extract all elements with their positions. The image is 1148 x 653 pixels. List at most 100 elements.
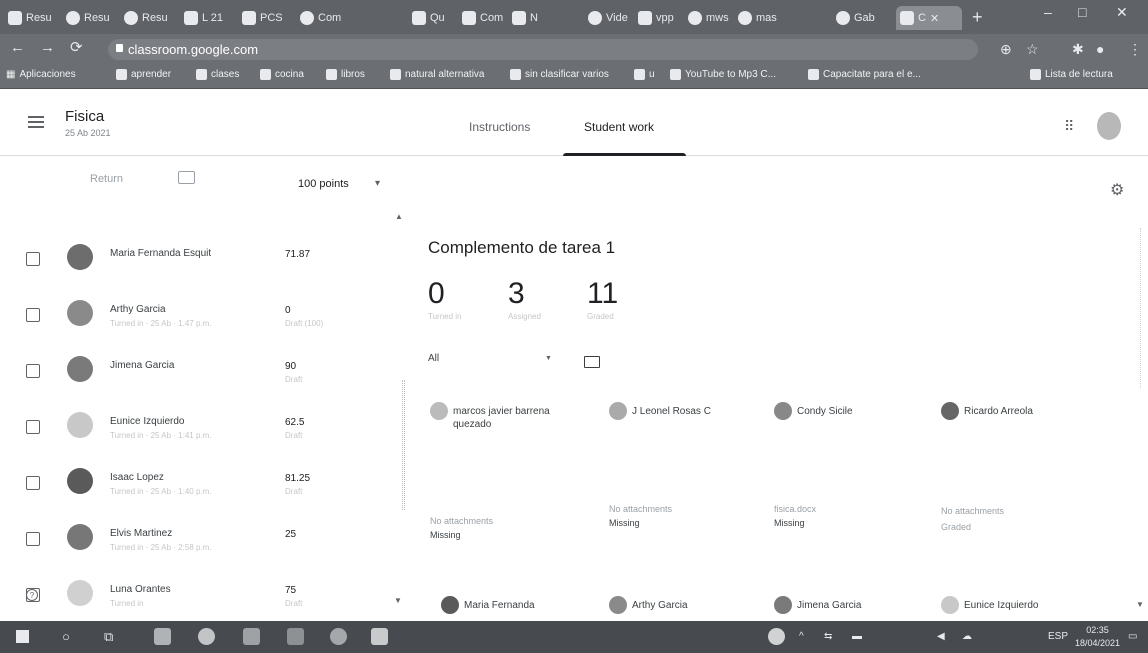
student-checkbox[interactable]	[26, 532, 40, 546]
panel-resize-handle[interactable]	[402, 380, 405, 510]
student-grade[interactable]: 25	[285, 529, 296, 540]
reading-list[interactable]: Lista de lectura	[1030, 69, 1113, 80]
browser-tab[interactable]: Resu	[120, 6, 178, 30]
points-select[interactable]: 100 points	[298, 178, 349, 190]
browser-tab[interactable]: N	[508, 6, 556, 30]
volume-icon[interactable]: ◀	[937, 631, 945, 642]
submission-card[interactable]: Maria Fernanda	[441, 596, 591, 618]
bookmark-star-icon[interactable]: ☆	[1026, 41, 1039, 58]
browser-tab[interactable]: Resu	[62, 6, 118, 30]
onedrive-icon[interactable]: ☁	[962, 631, 972, 642]
student-name[interactable]: Luna Orantes	[110, 584, 171, 595]
student-row[interactable]: Isaac Lopez Turned in · 25 Ab · 1:40 p.m…	[0, 454, 400, 510]
submission-card[interactable]: Condy Sicile fisica.docx Missing	[774, 402, 924, 552]
student-grade[interactable]: 90	[285, 361, 296, 372]
hamburger-menu-icon[interactable]	[28, 116, 44, 128]
bookmark-folder[interactable]: sin clasificar varios	[510, 69, 609, 80]
google-apps-icon[interactable]: ⠿	[1064, 118, 1074, 135]
student-row[interactable]: Arthy Garcia Turned in · 25 Ab · 1.47 p.…	[0, 286, 400, 342]
app-icon[interactable]	[330, 628, 347, 645]
bookmark-folder[interactable]: clases	[196, 69, 239, 80]
help-icon[interactable]: ?	[26, 589, 38, 601]
dropdown-caret-icon[interactable]: ▼	[545, 355, 552, 362]
forward-icon[interactable]: →	[40, 40, 55, 56]
bookmark-folder[interactable]: cocina	[260, 69, 304, 80]
filter-select[interactable]: All	[428, 353, 439, 364]
student-checkbox[interactable]	[26, 420, 40, 434]
class-name[interactable]: Fisica	[65, 108, 104, 125]
bookmark-folder[interactable]: natural alternativa	[390, 69, 485, 80]
submission-card[interactable]: Jimena Garcia	[774, 596, 924, 618]
submission-card[interactable]: Eunice Izquierdo	[941, 596, 1091, 618]
minimize-icon[interactable]: –	[1044, 4, 1052, 20]
tab-student-work[interactable]: Student work	[584, 120, 654, 134]
student-grade[interactable]: 81.25	[285, 473, 310, 484]
maximize-icon[interactable]: □	[1078, 4, 1086, 20]
back-icon[interactable]: ←	[10, 40, 25, 56]
profile-icon[interactable]: ●	[1096, 41, 1104, 57]
scrollbar[interactable]	[1140, 228, 1146, 388]
student-row[interactable]: Maria Fernanda Esquit 71.87	[0, 230, 400, 286]
sort-caret-icon[interactable]: ▲	[395, 212, 403, 221]
student-grade[interactable]: 71.87	[285, 249, 310, 260]
browser-tab[interactable]: Resu	[4, 6, 60, 30]
submission-card[interactable]: Ricardo Arreola No attachments Graded	[941, 402, 1091, 552]
student-name[interactable]: Elvis Martinez	[110, 528, 172, 539]
student-row[interactable]: Elvis Martinez Turned in · 25 Ab · 2:58 …	[0, 510, 400, 566]
tab-instructions[interactable]: Instructions	[469, 120, 530, 134]
student-name[interactable]: Arthy Garcia	[110, 304, 166, 315]
extensions-icon[interactable]: ✱	[1072, 41, 1084, 58]
browser-tab[interactable]: mws	[684, 6, 732, 30]
reload-icon[interactable]: ⟳	[70, 40, 83, 56]
email-icon[interactable]	[178, 171, 195, 184]
scroll-down-icon[interactable]: ▼	[394, 596, 402, 605]
browser-tab[interactable]: Vide	[584, 6, 632, 30]
browser-menu-icon[interactable]: ⋮	[1128, 41, 1142, 58]
app-icon[interactable]	[154, 628, 171, 645]
browser-tab[interactable]: PCS	[238, 6, 294, 30]
file-explorer-icon[interactable]	[243, 628, 260, 645]
notifications-icon[interactable]: ▭	[1128, 631, 1137, 642]
submission-card[interactable]: marcos javier barrena quezado No attachm…	[430, 402, 580, 552]
browser-tab[interactable]: vpp	[634, 6, 682, 30]
language-indicator[interactable]: ESP	[1048, 631, 1068, 642]
browser-tab[interactable]: mas	[734, 6, 782, 30]
folder-icon[interactable]	[584, 356, 600, 368]
student-checkbox[interactable]	[26, 364, 40, 378]
browser-tab[interactable]: Qu	[408, 6, 456, 30]
task-view-icon[interactable]: ⧉	[104, 629, 113, 645]
browser-tab[interactable]: Gab	[832, 6, 880, 30]
close-window-icon[interactable]: ✕	[1116, 4, 1128, 21]
app-icon[interactable]	[287, 628, 304, 645]
return-button[interactable]: Return	[90, 173, 123, 185]
battery-icon[interactable]: ▬	[852, 631, 862, 642]
student-name[interactable]: Eunice Izquierdo	[110, 416, 185, 427]
student-checkbox[interactable]	[26, 252, 40, 266]
student-row[interactable]: Jimena Garcia 90 Draft	[0, 342, 400, 398]
student-grade[interactable]: 75	[285, 585, 296, 596]
student-checkbox[interactable]	[26, 476, 40, 490]
bookmark-link[interactable]: YouTube to Mp3 C...	[670, 69, 776, 80]
app-icon[interactable]	[371, 628, 388, 645]
url-text[interactable]: classroom.google.com	[128, 42, 258, 57]
zoom-icon[interactable]: ⊕	[1000, 41, 1012, 58]
browser-tab[interactable]: L 21	[180, 6, 236, 30]
student-grade[interactable]: 62.5	[285, 417, 304, 428]
bookmark-folder[interactable]: u	[634, 69, 655, 80]
browser-tab-active[interactable]: C ✕	[896, 6, 962, 30]
student-grade[interactable]: 0	[285, 305, 291, 316]
browser-tab[interactable]: Com	[296, 6, 352, 30]
bookmark-link[interactable]: Capacitate para el e...	[808, 69, 921, 80]
dropdown-caret-icon[interactable]: ▾	[375, 178, 380, 189]
tab-close-icon[interactable]: ✕	[930, 12, 939, 25]
search-icon[interactable]: ○	[62, 629, 70, 644]
show-hidden-icons[interactable]: ^	[799, 631, 804, 642]
chrome-icon[interactable]	[198, 628, 215, 645]
bookmark-apps[interactable]: ▦ Aplicaciones	[6, 69, 76, 80]
system-clock[interactable]: 02:35 18/04/2021	[1075, 624, 1120, 650]
submission-card[interactable]: Arthy Garcia	[609, 596, 759, 618]
windows-start-icon[interactable]	[16, 630, 29, 643]
user-tray-icon[interactable]	[768, 628, 785, 645]
submission-card[interactable]: J Leonel Rosas C No attachments Missing	[609, 402, 759, 552]
bookmark-folder[interactable]: aprender	[116, 69, 171, 80]
